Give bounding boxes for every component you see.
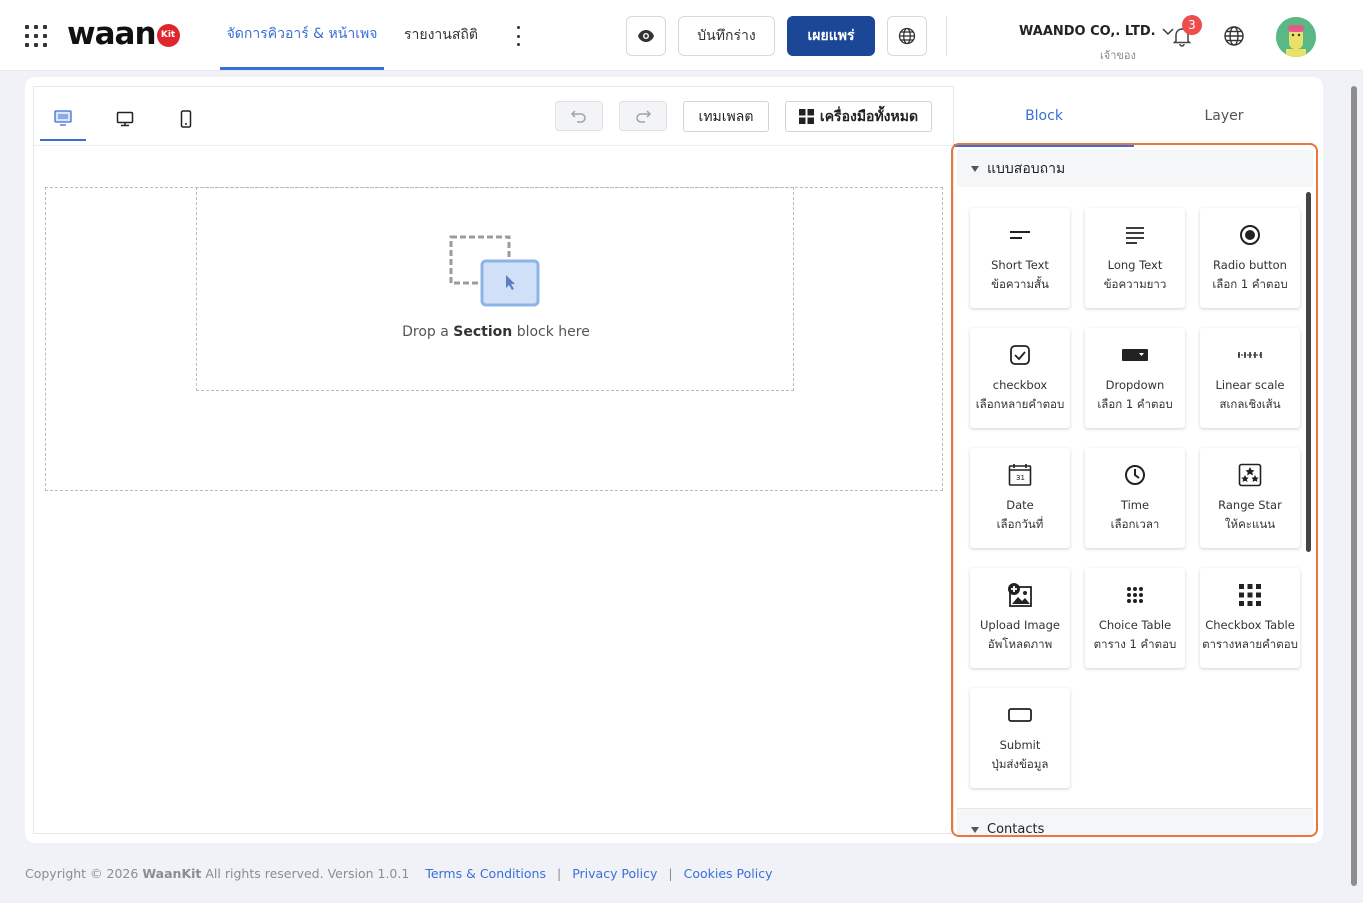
all-tools-label: เครื่องมือทั้งหมด: [819, 108, 919, 125]
tab-block[interactable]: Block: [954, 86, 1134, 146]
nav-tab-label: รายงานสถิติ: [404, 27, 478, 43]
brand-name: WaanKit: [142, 866, 202, 881]
drop-target-icon: [449, 235, 540, 307]
footer: Copyright © 2026 WaanKit All rights rese…: [25, 866, 772, 881]
grid-icon: [798, 109, 814, 124]
drop-hint-bold: Section: [453, 324, 513, 340]
template-button[interactable]: เทมเพลต: [683, 101, 769, 132]
copyright-prefix: Copyright © 2026: [25, 866, 139, 881]
globe-icon: [898, 27, 916, 45]
eye-icon: [638, 30, 654, 42]
page-editor: เทมเพลต เครื่องมือทั้งหมด Drop a Section…: [33, 86, 954, 834]
user-role: เจ้าของ: [1100, 49, 1136, 62]
page-drop-zone[interactable]: Drop a Section block here: [45, 187, 943, 491]
desktop-icon: [116, 111, 134, 127]
notification-badge: 3: [1182, 15, 1202, 35]
editor-toolbar: เทมเพลต เครื่องมือทั้งหมด: [34, 87, 953, 146]
top-bar: waan Kit จัดการคิวอาร์ & หน้าเพจ รายงานส…: [0, 0, 1363, 71]
apps-grid-icon[interactable]: [25, 25, 47, 47]
company-switcher[interactable]: WAANDO CO,. LTD.: [1019, 24, 1174, 39]
company-name: WAANDO CO,. LTD.: [1019, 24, 1156, 39]
redo-icon: [636, 110, 652, 123]
drop-hint: Drop a Section block here: [197, 324, 795, 340]
view-fullscreen-button[interactable]: [40, 97, 86, 141]
nav-tab-manage-qr[interactable]: จัดการคิวอาร์ & หน้าเพจ: [220, 0, 384, 70]
nav-tab-statistics[interactable]: รายงานสถิติ: [404, 0, 478, 70]
divider: |: [668, 866, 673, 881]
divider: |: [556, 866, 562, 881]
avatar[interactable]: [1276, 17, 1316, 57]
nav-tab-label: จัดการคิวอาร์ & หน้าเพจ: [226, 25, 378, 42]
divider: [946, 16, 947, 56]
mobile-icon: [180, 110, 192, 128]
section-drop-zone[interactable]: Drop a Section block here: [196, 187, 794, 391]
globe-icon[interactable]: [1223, 25, 1245, 47]
focus-highlight: [951, 143, 1318, 837]
drop-hint-prefix: Drop a: [402, 324, 449, 340]
terms-link[interactable]: Terms & Conditions: [425, 866, 546, 881]
redo-button[interactable]: [619, 101, 667, 131]
logo[interactable]: waan Kit: [67, 16, 180, 52]
cookies-link[interactable]: Cookies Policy: [684, 866, 773, 881]
page-scrollbar[interactable]: [1351, 86, 1357, 886]
all-tools-button[interactable]: เครื่องมือทั้งหมด: [785, 101, 932, 132]
avatar-image: [1276, 17, 1316, 57]
publish-button[interactable]: เผยแพร่: [787, 16, 875, 56]
tab-layer[interactable]: Layer: [1134, 86, 1314, 146]
save-draft-button[interactable]: บันทึกร่าง: [678, 16, 775, 56]
undo-icon: [570, 110, 586, 123]
monitor-fill-icon: [54, 110, 72, 126]
more-menu-icon[interactable]: [510, 26, 526, 46]
privacy-link[interactable]: Privacy Policy: [572, 866, 657, 881]
logo-badge: Kit: [156, 23, 180, 47]
undo-button[interactable]: [555, 101, 603, 131]
logo-text: waan: [67, 16, 157, 52]
preview-button[interactable]: [626, 16, 666, 56]
drop-hint-suffix: block here: [516, 324, 590, 340]
language-button[interactable]: [887, 16, 927, 56]
view-mobile-button[interactable]: [163, 97, 209, 141]
view-desktop-button[interactable]: [102, 97, 148, 141]
copyright-suffix: All rights reserved. Version 1.0.1: [205, 866, 410, 881]
